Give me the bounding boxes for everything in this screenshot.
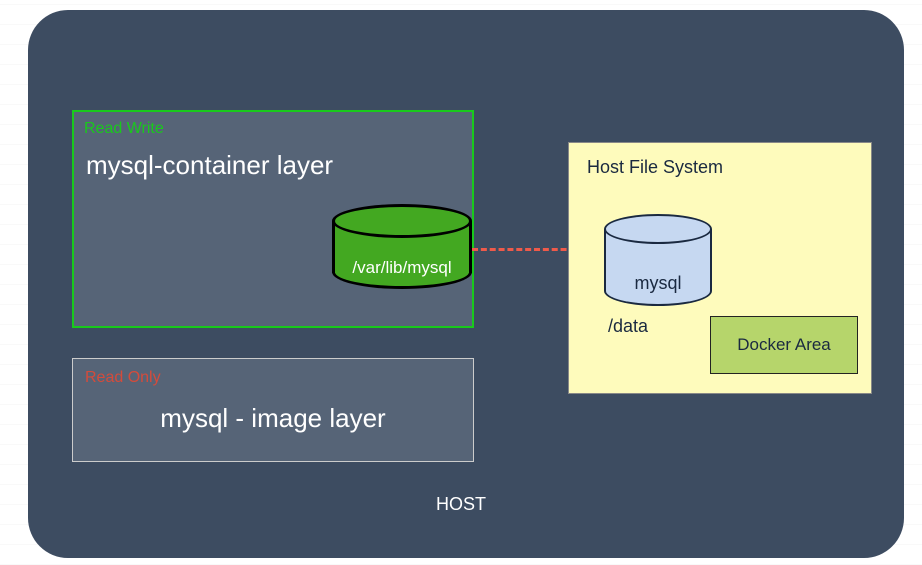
rw-layer-title: Read Write (84, 120, 164, 138)
hfs-title: Host File System (587, 157, 723, 178)
container-volume-path-label: /var/lib/mysql (340, 258, 464, 278)
ro-layer-title: Read Only (85, 369, 161, 387)
ro-layer-main-text: mysql - image layer (73, 403, 473, 434)
read-only-layer: Read Only mysql - image layer (72, 358, 474, 462)
docker-area-label: Docker Area (737, 335, 831, 355)
host-label: HOST (0, 494, 922, 515)
rw-layer-main-text: mysql-container layer (86, 150, 333, 181)
container-mysql-volume-cylinder (332, 204, 472, 304)
docker-area-box: Docker Area (710, 316, 858, 374)
host-volume-label: mysql (604, 273, 712, 294)
host-data-path-label: /data (608, 316, 648, 337)
